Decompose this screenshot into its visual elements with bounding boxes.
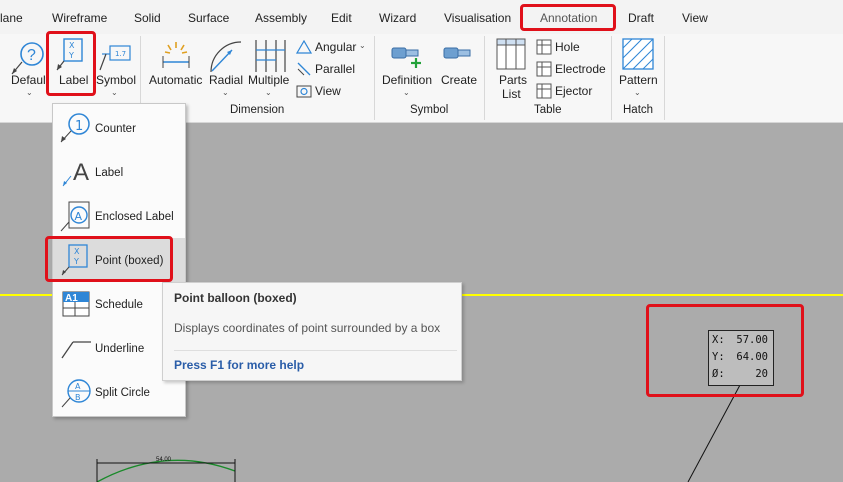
menu-item-label: Enclosed Label <box>95 211 174 223</box>
tooltip-description: Displays coordinates of point surrounded… <box>174 321 441 335</box>
tab-surface[interactable]: Surface <box>188 11 229 25</box>
create-icon <box>442 42 474 68</box>
angular-button[interactable]: Angular <box>315 40 356 54</box>
label-button-highlight <box>46 31 96 96</box>
enclosed-label-icon: A <box>59 200 91 232</box>
ribbon-separator <box>611 36 612 120</box>
tab-solid[interactable]: Solid <box>134 11 161 25</box>
tab-view[interactable]: View <box>682 11 708 25</box>
pattern-dropdown-chevron-icon[interactable]: ⌄ <box>634 88 641 97</box>
tooltip-divider <box>174 350 457 351</box>
point-balloon-highlight <box>646 304 804 397</box>
automatic-dimension-icon <box>160 40 192 74</box>
symbol-button[interactable]: Symbol <box>96 73 136 87</box>
multiple-dropdown-chevron-icon[interactable]: ⌄ <box>265 88 272 97</box>
svg-text:A1: A1 <box>65 293 78 304</box>
menu-item-counter[interactable]: 1 Counter <box>53 106 185 150</box>
tab-plane[interactable]: lane <box>0 11 23 25</box>
view-icon <box>296 83 312 99</box>
hole-table-icon <box>536 39 552 55</box>
parallel-button[interactable]: Parallel <box>315 62 355 76</box>
tab-wizard[interactable]: Wizard <box>379 11 416 25</box>
default-button[interactable]: Default <box>11 73 49 87</box>
create-button[interactable]: Create <box>441 73 477 87</box>
ribbon-separator <box>664 36 665 120</box>
hole-button[interactable]: Hole <box>555 40 580 54</box>
point-boxed-highlight <box>45 236 173 282</box>
default-dropdown-chevron-icon[interactable]: ⌄ <box>26 88 33 97</box>
annotation-tab-highlight <box>520 4 616 31</box>
letter-a-label-icon: A <box>59 156 91 188</box>
point-boxed-tooltip: Point balloon (boxed) Displays coordinat… <box>162 282 462 381</box>
dimension-text: 54.00 <box>156 457 172 463</box>
table-group-label: Table <box>534 104 562 116</box>
ejector-table-icon <box>536 83 552 99</box>
automatic-button[interactable]: Automatic <box>149 73 202 87</box>
ejector-button[interactable]: Ejector <box>555 84 592 98</box>
definition-button[interactable]: Definition <box>382 73 432 87</box>
electrode-button[interactable]: Electrode <box>555 62 606 76</box>
svg-text:A: A <box>73 159 89 186</box>
menu-item-label: Underline <box>95 343 145 355</box>
parallel-icon <box>296 61 312 77</box>
menu-item-label: Split Circle <box>95 387 150 399</box>
multiple-dimension-icon <box>252 38 288 74</box>
pattern-hatch-icon <box>622 38 654 70</box>
svg-text:A: A <box>75 382 81 391</box>
svg-text:?: ? <box>27 47 36 64</box>
radial-dimension-icon <box>208 38 244 74</box>
radial-dropdown-chevron-icon[interactable]: ⌄ <box>222 88 229 97</box>
symbol-group-label: Symbol <box>410 104 449 116</box>
definition-icon <box>390 42 424 72</box>
ribbon-tab-bar: lane Wireframe Solid Surface Assembly Ed… <box>0 0 843 34</box>
parts-list-button-line2[interactable]: List <box>502 87 521 101</box>
ribbon-separator <box>484 36 485 120</box>
svg-text:1.7: 1.7 <box>115 50 126 58</box>
angular-dropdown-chevron-icon[interactable]: ⌄ <box>359 41 366 50</box>
svg-text:A: A <box>75 210 83 223</box>
dimension-group-label: Dimension <box>230 104 285 116</box>
menu-item-label-text[interactable]: A Label <box>53 150 185 194</box>
pattern-button[interactable]: Pattern <box>619 73 658 87</box>
angular-icon <box>295 39 313 54</box>
definition-dropdown-chevron-icon[interactable]: ⌄ <box>403 88 410 97</box>
tooltip-title: Point balloon (boxed) <box>174 291 297 305</box>
split-circle-icon: AB <box>59 376 91 408</box>
tab-draft[interactable]: Draft <box>628 11 654 25</box>
svg-text:1: 1 <box>75 119 83 134</box>
hatch-group-label: Hatch <box>623 104 654 116</box>
svg-text:B: B <box>75 393 81 402</box>
tooltip-help-link[interactable]: Press F1 for more help <box>174 358 304 372</box>
parts-list-button-line1[interactable]: Parts <box>499 73 527 87</box>
menu-item-label: Schedule <box>95 299 143 311</box>
underline-leader-icon <box>59 332 91 364</box>
tab-assembly[interactable]: Assembly <box>255 11 307 25</box>
tab-wireframe[interactable]: Wireframe <box>52 11 107 25</box>
electrode-table-icon <box>536 61 552 77</box>
tab-edit[interactable]: Edit <box>331 11 352 25</box>
radial-button[interactable]: Radial <box>209 73 243 87</box>
counter-balloon-icon: 1 <box>59 112 91 144</box>
menu-item-label: Counter <box>95 123 136 135</box>
parts-list-icon <box>496 38 526 70</box>
multiple-button[interactable]: Multiple <box>248 73 289 87</box>
menu-item-enclosed-label[interactable]: A Enclosed Label <box>53 194 185 238</box>
ribbon-separator <box>374 36 375 120</box>
schedule-table-icon: A1 <box>59 288 91 320</box>
view-button[interactable]: View <box>315 84 341 98</box>
tab-visualisation[interactable]: Visualisation <box>444 11 511 25</box>
symbol-dropdown-chevron-icon[interactable]: ⌄ <box>111 88 118 97</box>
symbol-icon: 1.7 <box>98 40 134 74</box>
menu-item-label: Label <box>95 167 124 179</box>
